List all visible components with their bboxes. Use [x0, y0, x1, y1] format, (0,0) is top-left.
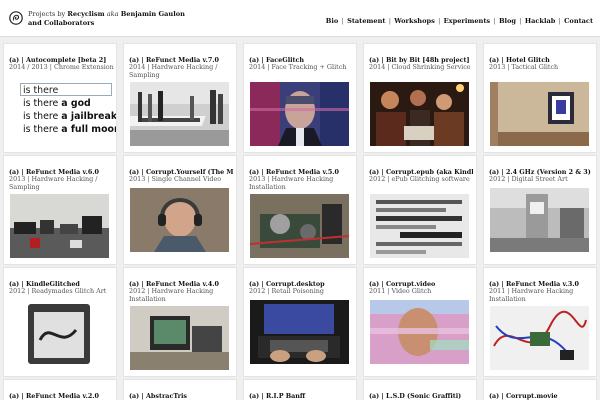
title-brand: Recyclism: [67, 10, 105, 18]
laptop-keyboard-photo[interactable]: [250, 300, 349, 364]
project-card-corrupt-desktop[interactable]: (a) | Corrupt.desktop 2012 | Retail Pois…: [244, 268, 356, 376]
project-card-lsd[interactable]: (a) | L.S.D (Sonic Graffiti): [364, 380, 476, 400]
cables-circuit-photo[interactable]: [490, 306, 589, 370]
face-glitch-photo[interactable]: [250, 82, 349, 146]
project-title[interactable]: (a) | ReFunct Media v.2.0: [9, 392, 113, 400]
exhibition-photo[interactable]: [130, 82, 229, 146]
title-aka: aka: [106, 10, 119, 18]
project-title[interactable]: (a) | R.I.P Banff: [249, 392, 353, 400]
nav-statement[interactable]: Statement: [347, 17, 385, 25]
crt-monitor-photo[interactable]: [130, 306, 229, 370]
project-meta: 2014 | Hardware Hacking / Sampling: [129, 63, 218, 79]
project-card-refunct-5[interactable]: (a) | ReFunct Media v.5.0 2013 | Hardwar…: [244, 156, 356, 264]
suggestion-1: is there a god: [23, 98, 91, 109]
site-title[interactable]: Projects by Recyclism aka Benjamin Gaulo…: [28, 10, 248, 27]
hardware-table-photo[interactable]: [10, 194, 109, 258]
project-card-refunct-3[interactable]: (a) | ReFunct Media v.3.0 2011 | Hardwar…: [484, 268, 596, 376]
kindle-photo[interactable]: [10, 300, 109, 364]
project-title[interactable]: (a) | L.S.D (Sonic Graffiti): [369, 392, 473, 400]
recyclism-logo-icon[interactable]: [9, 11, 23, 25]
project-meta: 2012 | ePub Glitching software: [369, 175, 470, 183]
project-card-hotel-glitch[interactable]: (a) | Hotel Glitch 2013 | Tactical Glitc…: [484, 44, 596, 152]
project-card-corrupt-epub[interactable]: (a) | Corrupt.epub (aka KindleGlitcher) …: [364, 156, 476, 264]
project-meta: 2012 | Readymades Glitch Art: [9, 287, 107, 295]
project-card-refunct-7[interactable]: (a) | ReFunct Media v.7.0 2014 | Hardwar…: [124, 44, 236, 152]
project-card-autocomplete[interactable]: (a) | Autocomplete [beta 2] 2014 / 2013 …: [4, 44, 116, 152]
project-meta: 2013 | Hardware Hacking Installation: [249, 175, 334, 191]
project-meta: 2014 | Cloud Shrinking Service: [369, 63, 471, 71]
nav-experiments[interactable]: Experiments: [444, 17, 490, 25]
project-card-kindleglitched[interactable]: (a) | KindleGlitched 2012 | Readymades G…: [4, 268, 116, 376]
headphones-portrait-photo[interactable]: [130, 188, 229, 252]
nav-separator: |: [519, 17, 522, 25]
project-meta: 2011 | Video Glitch: [369, 287, 432, 295]
project-meta: 2012 | Hardware Hacking Installation: [129, 287, 214, 303]
project-title[interactable]: (a) | Corrupt.movie: [489, 392, 593, 400]
title-line2: and Collaborators: [28, 18, 95, 27]
project-card-corrupt-yourself[interactable]: (a) | Corrupt.Yourself (The Movie) 2013 …: [124, 156, 236, 264]
nav-separator: |: [388, 17, 391, 25]
site-header: Projects by Recyclism aka Benjamin Gaulo…: [0, 0, 600, 37]
suggestion-2: is there a jailbreak fo: [23, 111, 116, 122]
project-meta: 2012 | Retail Poisoning: [249, 287, 324, 295]
title-name: Benjamin Gaulon: [120, 10, 185, 18]
suggestion-3: is there a full moon: [23, 124, 116, 135]
circuit-device-photo[interactable]: [250, 194, 349, 258]
nav-separator: |: [341, 17, 344, 25]
project-card-2-4-ghz[interactable]: (a) | 2.4 GHz (Version 2 & 3) 2012 | Dig…: [484, 156, 596, 264]
autocomplete-screenshot[interactable]: is there is there a god is there a jailb…: [10, 82, 116, 140]
street-router-photo[interactable]: [490, 188, 589, 252]
nav-separator: |: [438, 17, 441, 25]
project-card-corrupt-movie[interactable]: (a) | Corrupt.movie: [484, 380, 596, 400]
nav-bio[interactable]: Bio: [326, 17, 338, 25]
glitched-text-photo[interactable]: [370, 194, 469, 258]
glitched-face-photo[interactable]: [370, 300, 469, 364]
hotel-room-photo[interactable]: [490, 82, 589, 146]
nav-contact[interactable]: Contact: [564, 17, 593, 25]
project-card-rip-banff[interactable]: (a) | R.I.P Banff: [244, 380, 356, 400]
autocomplete-input-image: is there: [20, 83, 112, 96]
project-meta: 2013 | Single Channel Video: [129, 175, 222, 183]
project-card-abstractris[interactable]: (a) | AbstracTris: [124, 380, 236, 400]
project-meta: 2012 | Digital Street Art: [489, 175, 568, 183]
nav-separator: |: [558, 17, 561, 25]
main-nav: Bio | Statement | Workshops | Experiment…: [326, 17, 593, 25]
project-meta: 2013 | Hardware Hacking / Sampling: [9, 175, 98, 191]
project-card-corrupt-video[interactable]: (a) | Corrupt.video 2011 | Video Glitch: [364, 268, 476, 376]
project-card-bit-by-bit[interactable]: (a) | Bit by Bit [48h project] 2014 | Cl…: [364, 44, 476, 152]
nav-separator: |: [493, 17, 496, 25]
title-prefix: Projects by: [28, 10, 66, 18]
nav-workshops[interactable]: Workshops: [394, 17, 435, 25]
project-title[interactable]: (a) | AbstracTris: [129, 392, 233, 400]
project-card-refunct-6[interactable]: (a) | ReFunct Media v.6.0 2013 | Hardwar…: [4, 156, 116, 264]
nav-blog[interactable]: Blog: [499, 17, 516, 25]
nav-hacklab[interactable]: Hacklab: [525, 17, 555, 25]
project-card-faceglitch[interactable]: (a) | FaceGlitch 2014 | Face Tracking + …: [244, 44, 356, 152]
project-meta: 2011 | Hardware Hacking Installation: [489, 287, 574, 303]
people-laptop-photo[interactable]: [370, 82, 469, 146]
project-meta: 2014 / 2013 | Chrome Extension: [9, 63, 114, 71]
project-meta: 2013 | Tactical Glitch: [489, 63, 559, 71]
project-meta: 2014 | Face Tracking + Glitch: [249, 63, 347, 71]
project-card-refunct-4[interactable]: (a) | ReFunct Media v.4.0 2012 | Hardwar…: [124, 268, 236, 376]
project-card-refunct-2[interactable]: (a) | ReFunct Media v.2.0: [4, 380, 116, 400]
